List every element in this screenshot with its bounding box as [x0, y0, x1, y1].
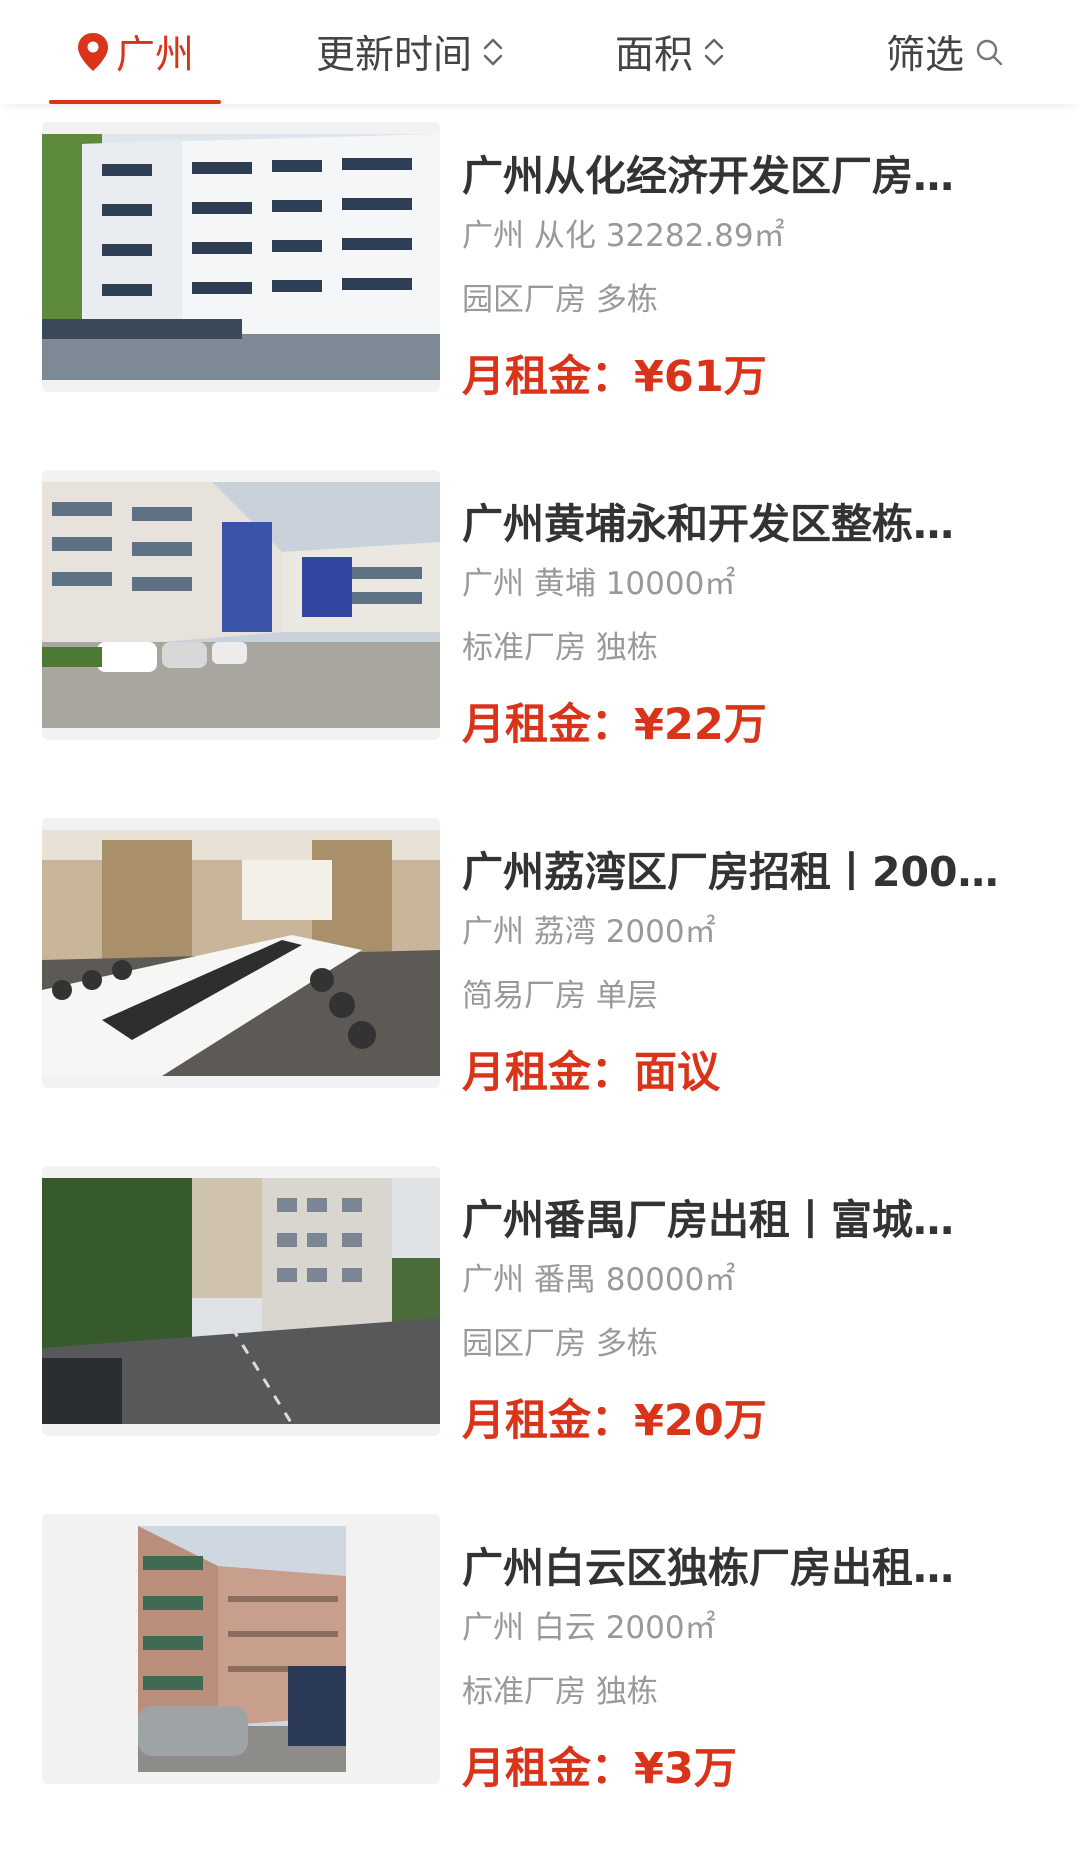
location-pin-icon: [77, 33, 108, 71]
listing-thumbnail[interactable]: [42, 1166, 440, 1436]
listing-location-area: 广州 从化 32282.89㎡: [462, 218, 785, 254]
listing-title[interactable]: 广州黄埔永和开发区整栋…: [462, 490, 1042, 550]
filter-label: 筛选: [885, 33, 964, 78]
price-value: ¥20万: [634, 1396, 767, 1446]
listing-price: 月租金：¥61万: [462, 342, 767, 404]
listing-price: 月租金：¥3万: [462, 1734, 737, 1796]
factory-photo: [42, 482, 440, 728]
listing-card[interactable]: 广州荔湾区厂房招租丨200… 广州 荔湾 2000㎡ 简易厂房 单层 月租金：面…: [0, 818, 1080, 1118]
city-label: 广州: [115, 33, 194, 78]
filter-button[interactable]: 筛选: [870, 0, 1020, 104]
active-tab-underline: [49, 100, 221, 104]
price-label: 月租金：: [462, 1744, 634, 1794]
sort-arrows-icon: [704, 38, 724, 66]
listing-title[interactable]: 广州荔湾区厂房招租丨200…: [462, 838, 1042, 898]
listing-type: 标准厂房 独栋: [462, 1674, 658, 1710]
price-value: ¥61万: [634, 352, 767, 402]
listing-price: 月租金：¥22万: [462, 690, 767, 752]
sort-area-label: 面积: [614, 33, 693, 78]
listing-price: 月租金：面议: [462, 1038, 720, 1100]
price-value: ¥22万: [634, 700, 767, 750]
listing-title[interactable]: 广州白云区独栋厂房出租…: [462, 1534, 1042, 1594]
listing-card[interactable]: 广州从化经济开发区厂房… 广州 从化 32282.89㎡ 园区厂房 多栋 月租金…: [0, 122, 1080, 422]
factory-photo: [138, 1526, 346, 1772]
listing-type: 园区厂房 多栋: [462, 282, 658, 318]
price-label: 月租金：: [462, 1048, 634, 1098]
listing-thumbnail[interactable]: [42, 470, 440, 740]
industrial-park-photo: [42, 1178, 440, 1424]
listing-title[interactable]: 广州从化经济开发区厂房…: [462, 142, 1042, 202]
listing-type: 园区厂房 多栋: [462, 1326, 658, 1362]
listing-location-area: 广州 黄埔 10000㎡: [462, 566, 736, 602]
listing-price: 月租金：¥20万: [462, 1386, 767, 1448]
price-value: 面议: [634, 1048, 720, 1098]
sort-time-label: 更新时间: [315, 33, 472, 78]
listing-location-area: 广州 白云 2000㎡: [462, 1610, 716, 1646]
sort-by-area[interactable]: 面积: [600, 0, 740, 104]
price-label: 月租金：: [462, 700, 634, 750]
listing-card[interactable]: 广州白云区独栋厂房出租… 广州 白云 2000㎡ 标准厂房 独栋 月租金：¥3万: [0, 1514, 1080, 1814]
listing-type: 标准厂房 独栋: [462, 630, 658, 666]
listing-title[interactable]: 广州番禺厂房出租丨富城…: [462, 1186, 1042, 1246]
search-icon: [976, 39, 1003, 66]
listing-location-area: 广州 番禺 80000㎡: [462, 1262, 736, 1298]
listing-card[interactable]: 广州番禺厂房出租丨富城… 广州 番禺 80000㎡ 园区厂房 多栋 月租金：¥2…: [0, 1166, 1080, 1466]
sort-by-update-time[interactable]: 更新时间: [290, 0, 530, 104]
listing-location-area: 广州 荔湾 2000㎡: [462, 914, 716, 950]
city-selector[interactable]: 广州: [49, 0, 221, 104]
listing-type: 简易厂房 单层: [462, 978, 658, 1014]
price-label: 月租金：: [462, 1396, 634, 1446]
price-label: 月租金：: [462, 352, 634, 402]
sort-arrows-icon: [483, 38, 503, 66]
listing-thumbnail[interactable]: [42, 818, 440, 1088]
filter-bar: 广州 更新时间 面积 筛选: [0, 0, 1080, 104]
listing-thumbnail[interactable]: [42, 122, 440, 392]
listing-thumbnail[interactable]: [42, 1514, 440, 1784]
listing-card[interactable]: 广州黄埔永和开发区整栋… 广州 黄埔 10000㎡ 标准厂房 独栋 月租金：¥2…: [0, 470, 1080, 770]
meeting-room-photo: [42, 830, 440, 1076]
factory-photo: [42, 134, 440, 380]
price-value: ¥3万: [634, 1744, 737, 1794]
